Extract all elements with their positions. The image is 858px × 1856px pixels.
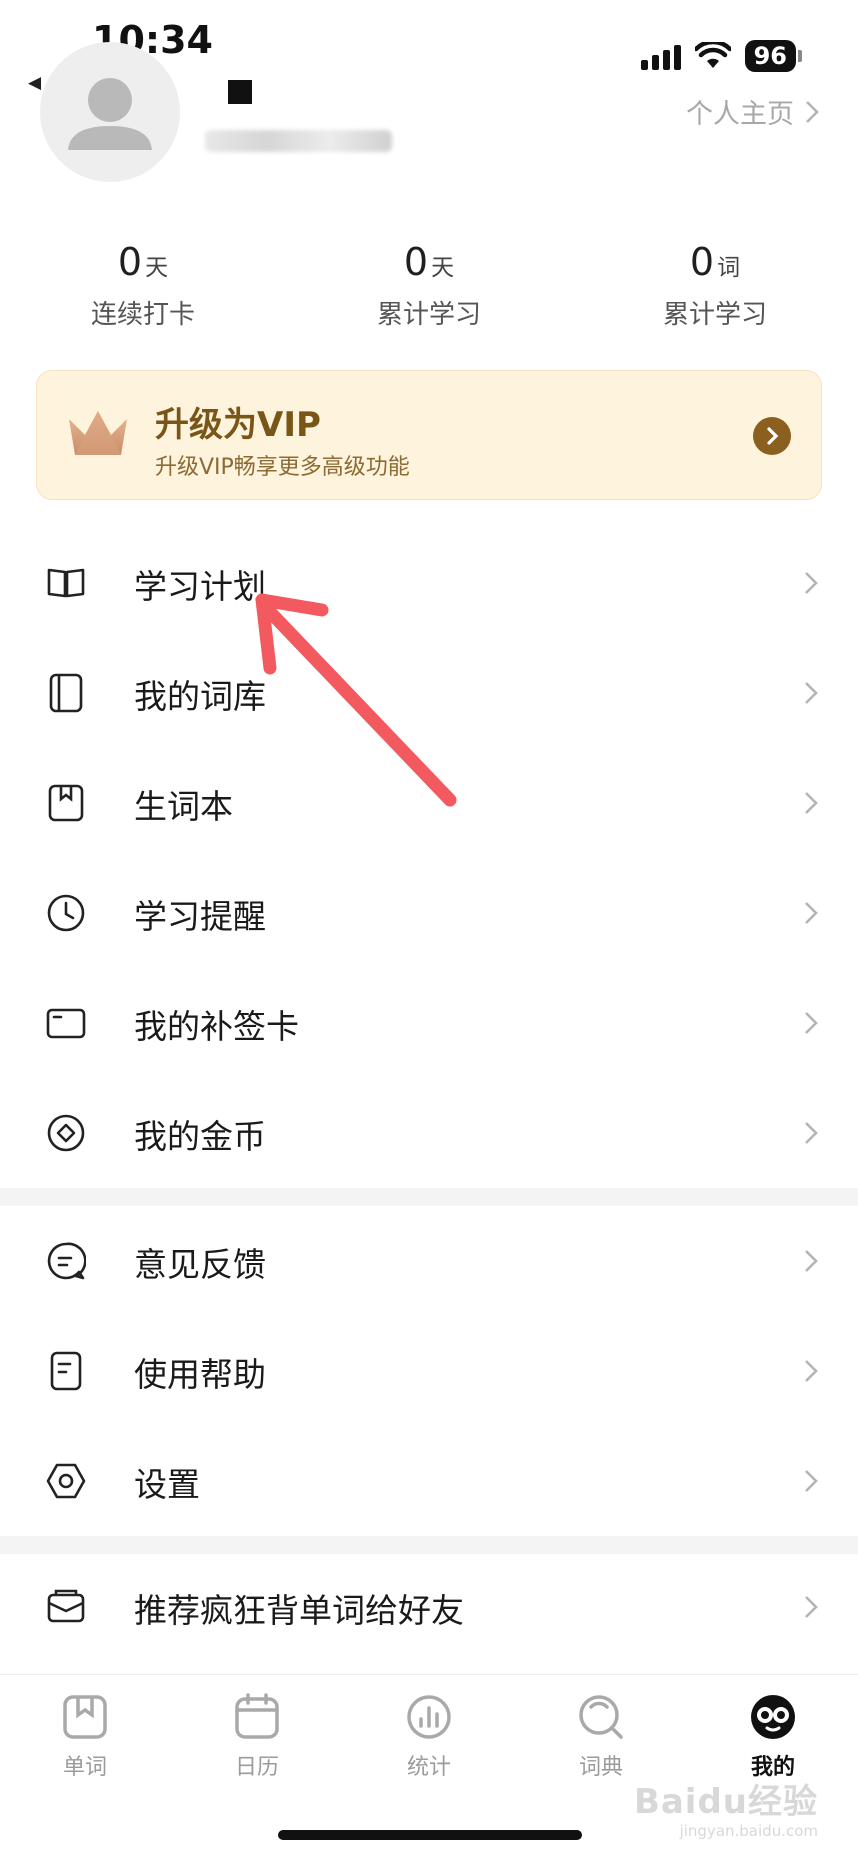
menu-group-study: 学习计划 我的词库 生词本 学习提醒 我的补签卡 我的金币 xyxy=(0,528,858,1188)
menu-item-makeup-card[interactable]: 我的补签卡 xyxy=(0,968,858,1078)
menu-item-my-wordbank[interactable]: 我的词库 xyxy=(0,638,858,748)
dictionary-search-icon xyxy=(579,1695,623,1739)
stat-label: 累计学习 xyxy=(662,300,767,330)
clock-icon xyxy=(47,894,85,932)
tab-dictionary[interactable]: 词典 xyxy=(541,1693,661,1781)
redacted-username xyxy=(228,80,252,104)
stat-unit: 天 xyxy=(145,255,169,281)
crown-icon xyxy=(69,411,127,455)
menu-item-feedback[interactable]: 意见反馈 xyxy=(0,1206,858,1316)
section-divider xyxy=(0,1188,858,1206)
tab-label: 日历 xyxy=(234,1755,279,1780)
mascot-face-icon xyxy=(751,1695,795,1739)
wifi-icon xyxy=(694,42,731,68)
avatar[interactable] xyxy=(40,42,180,182)
chevron-right-icon xyxy=(805,1012,818,1034)
menu-item-label: 我的词库 xyxy=(134,677,266,716)
menu-item-label: 学习提醒 xyxy=(134,897,266,936)
book-open-icon xyxy=(47,568,85,598)
back-triangle-icon: ◀ xyxy=(28,73,42,93)
tab-words[interactable]: 单词 xyxy=(25,1693,145,1781)
menu-item-study-plan[interactable]: 学习计划 xyxy=(0,528,858,638)
menu-item-label: 使用帮助 xyxy=(134,1355,266,1394)
chevron-right-icon xyxy=(805,1360,818,1382)
redacted-user-id xyxy=(205,130,392,152)
tab-calendar[interactable]: 日历 xyxy=(197,1693,317,1781)
tab-label: 单词 xyxy=(62,1755,107,1780)
bookmark-book-icon xyxy=(48,784,84,822)
menu-item-label: 意见反馈 xyxy=(134,1245,266,1284)
watermark-url: jingyan.baidu.com xyxy=(679,1822,818,1840)
vip-title: 升级为VIP xyxy=(155,405,321,445)
profile-home-link[interactable]: 个人主页 xyxy=(686,92,820,131)
stat-unit: 词 xyxy=(717,255,741,281)
card-icon xyxy=(46,1008,86,1039)
stat-value: 0 xyxy=(403,240,429,284)
menu-item-study-reminder[interactable]: 学习提醒 xyxy=(0,858,858,968)
gear-hexagon-icon xyxy=(46,1463,86,1499)
tab-stats[interactable]: 统计 xyxy=(369,1693,489,1781)
stat-unit: 天 xyxy=(431,255,455,281)
menu-group-support: 意见反馈 使用帮助 设置 xyxy=(0,1206,858,1536)
watermark-logo: Baidu经验 xyxy=(633,1782,818,1822)
chevron-right-icon xyxy=(767,427,779,445)
chat-bubble-icon xyxy=(47,1242,86,1280)
stat-streak: 0天 连续打卡 xyxy=(0,240,286,331)
vip-upgrade-banner[interactable]: 升级为VIP 升级VIP畅享更多高级功能 xyxy=(36,370,822,500)
user-placeholder-icon xyxy=(68,78,152,150)
menu-item-label: 设置 xyxy=(134,1465,200,1504)
chevron-right-icon xyxy=(805,572,818,594)
menu-item-recommend-friend[interactable]: 推荐疯狂背单词给好友 xyxy=(0,1552,858,1662)
menu-item-label: 学习计划 xyxy=(134,567,266,606)
chevron-right-icon xyxy=(805,792,818,814)
menu-item-label: 推荐疯狂背单词给好友 xyxy=(134,1591,464,1630)
stat-label: 累计学习 xyxy=(376,300,481,330)
envelope-icon xyxy=(47,1589,85,1623)
status-icons: 96 xyxy=(640,40,802,72)
chevron-right-icon xyxy=(805,682,818,704)
tab-me[interactable]: 我的 xyxy=(713,1693,833,1781)
tab-label: 统计 xyxy=(406,1755,451,1780)
document-icon xyxy=(50,1351,82,1391)
stats-row: 0天 连续打卡 0天 累计学习 0词 累计学习 xyxy=(0,240,858,331)
menu-item-my-coins[interactable]: 我的金币 xyxy=(0,1078,858,1188)
stat-words: 0词 累计学习 xyxy=(572,240,858,331)
chevron-right-icon xyxy=(805,1250,818,1272)
stat-value: 0 xyxy=(117,240,143,284)
stats-icon xyxy=(407,1695,451,1739)
menu-group-share: 推荐疯狂背单词给好友 xyxy=(0,1552,858,1662)
stat-value: 0 xyxy=(689,240,715,284)
menu-item-vocab-notebook[interactable]: 生词本 xyxy=(0,748,858,858)
calendar-icon xyxy=(235,1693,279,1739)
chevron-right-icon xyxy=(805,1596,818,1618)
battery-level: 96 xyxy=(744,40,796,72)
menu-item-label: 生词本 xyxy=(134,787,233,826)
profile-link-label: 个人主页 xyxy=(686,99,794,130)
chevron-right-icon xyxy=(805,1122,818,1144)
word-book-icon xyxy=(63,1695,107,1739)
menu-item-help[interactable]: 使用帮助 xyxy=(0,1316,858,1426)
vip-arrow-button[interactable] xyxy=(753,417,791,455)
home-indicator[interactable] xyxy=(278,1830,582,1840)
stat-days: 0天 累计学习 xyxy=(286,240,572,331)
cellular-signal-icon xyxy=(640,42,681,70)
menu-item-label: 我的补签卡 xyxy=(134,1007,299,1046)
chevron-right-icon xyxy=(805,902,818,924)
coin-icon xyxy=(47,1114,85,1152)
stat-label: 连续打卡 xyxy=(90,300,195,330)
book-icon xyxy=(49,673,83,713)
chevron-right-icon xyxy=(806,100,819,123)
vip-subtitle: 升级VIP畅享更多高级功能 xyxy=(155,455,410,480)
menu-item-settings[interactable]: 设置 xyxy=(0,1426,858,1536)
menu-item-label: 我的金币 xyxy=(134,1117,266,1156)
battery-tip-icon xyxy=(798,50,802,62)
chevron-right-icon xyxy=(805,1470,818,1492)
